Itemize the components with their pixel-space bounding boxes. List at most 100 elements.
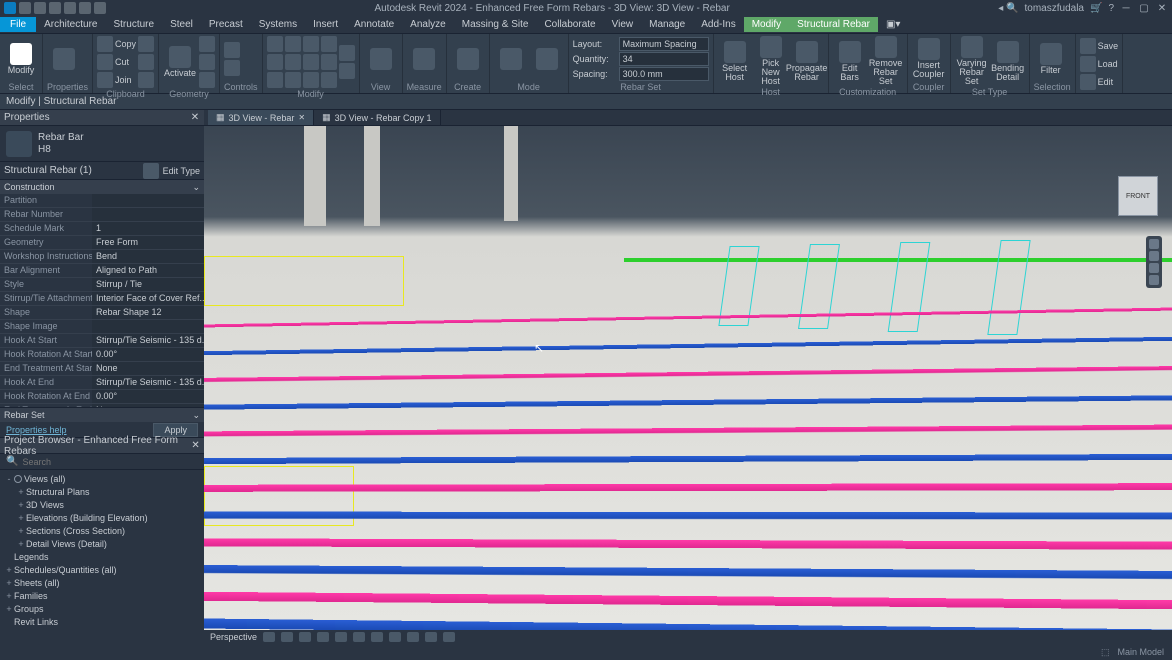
browser-tree[interactable]: -Views (all)+Structural Plans+3D Views+E…	[0, 470, 204, 630]
close-button[interactable]: ✕	[1156, 2, 1168, 14]
m2-icon[interactable]	[267, 54, 283, 70]
property-row[interactable]: StyleStirrup / Tie	[0, 278, 204, 292]
file-menu[interactable]: File	[0, 17, 36, 32]
vcb-crop2-icon[interactable]	[371, 632, 383, 642]
activate-button[interactable]: Activate	[163, 46, 197, 78]
clip-icon[interactable]	[138, 72, 154, 88]
navigation-bar[interactable]	[1146, 236, 1162, 288]
m5-icon[interactable]	[285, 54, 301, 70]
edit-sel-icon[interactable]	[1080, 74, 1096, 90]
property-row[interactable]: Hook At EndStirrup/Tie Seismic - 135 d..…	[0, 376, 204, 390]
tree-item[interactable]: Revit Links	[0, 615, 204, 628]
tree-item[interactable]: +Groups	[0, 602, 204, 615]
quantity-input[interactable]	[619, 52, 709, 66]
prop-value[interactable]: Rebar Shape 12	[92, 306, 204, 319]
prop-value[interactable]: Aligned to Path	[92, 264, 204, 277]
property-row[interactable]: GeometryFree Form	[0, 236, 204, 250]
tree-item[interactable]: +Elevations (Building Elevation)	[0, 511, 204, 524]
nav-home-icon[interactable]	[1149, 239, 1159, 249]
property-row[interactable]: End Treatment At StartNone	[0, 362, 204, 376]
properties-button[interactable]	[47, 48, 81, 70]
vcb-temp-icon[interactable]	[407, 632, 419, 642]
browser-close-icon[interactable]: ✕	[191, 441, 200, 451]
m9-icon[interactable]	[303, 72, 319, 88]
view-tab-close-icon[interactable]: ✕	[298, 113, 305, 122]
instance-filter[interactable]: Structural Rebar (1)	[4, 165, 139, 176]
filter-icon[interactable]	[143, 163, 159, 179]
vcb-props-icon[interactable]	[443, 632, 455, 642]
type-selector[interactable]: Rebar Bar H8	[0, 126, 204, 162]
prop-value[interactable]: Free Form	[92, 236, 204, 249]
m4-icon[interactable]	[285, 36, 301, 52]
tree-item[interactable]: +Sheets (all)	[0, 576, 204, 589]
prop-value[interactable]: Stirrup/Tie Seismic - 135 d...	[92, 334, 204, 347]
prop-value[interactable]	[92, 208, 204, 221]
propagate-rebar-button[interactable]: Propagate Rebar	[790, 41, 824, 82]
qat-open-icon[interactable]	[19, 2, 31, 14]
scale-label[interactable]: Perspective	[210, 632, 257, 642]
property-row[interactable]: Workshop InstructionsBend	[0, 250, 204, 264]
property-row[interactable]: Shape Image	[0, 320, 204, 334]
save-sel-icon[interactable]	[1080, 38, 1096, 54]
property-row[interactable]: Rebar Number	[0, 208, 204, 222]
copy-icon[interactable]	[97, 54, 113, 70]
prop-value[interactable]	[92, 320, 204, 333]
property-row[interactable]: Schedule Mark1	[0, 222, 204, 236]
help-icon[interactable]: ?	[1108, 3, 1114, 14]
filter-button[interactable]: Filter	[1034, 43, 1068, 75]
geom-1-icon[interactable]	[199, 36, 215, 52]
tree-item[interactable]: +Schedules/Quantities (all)	[0, 563, 204, 576]
varying-rebarset-button[interactable]: Varying Rebar Set	[955, 36, 989, 86]
view-tab-active[interactable]: ▦ 3D View - Rebar ✕	[208, 110, 314, 125]
prop-value[interactable]: 0.00°	[92, 390, 204, 403]
tab-collaborate[interactable]: Collaborate	[536, 17, 603, 32]
view-cube[interactable]: FRONT	[1118, 176, 1158, 216]
tab-massing-site[interactable]: Massing & Site	[454, 17, 537, 32]
qat-save-icon[interactable]	[34, 2, 46, 14]
paste-icon[interactable]	[138, 36, 154, 52]
vcb-shadow-icon[interactable]	[317, 632, 329, 642]
property-row[interactable]: Partition	[0, 194, 204, 208]
tab-manage[interactable]: Manage	[641, 17, 693, 32]
tree-item[interactable]: +Sections (Cross Section)	[0, 524, 204, 537]
property-row[interactable]: Stirrup/Tie AttachmentInterior Face of C…	[0, 292, 204, 306]
m11-icon[interactable]	[321, 54, 337, 70]
edit-sketch-button[interactable]	[494, 48, 528, 70]
browser-search-input[interactable]	[22, 457, 198, 467]
prop-value[interactable]: 0.00°	[92, 348, 204, 361]
ctrl-1-icon[interactable]	[224, 42, 240, 58]
prop-value[interactable]	[92, 194, 204, 207]
vcb-visual-icon[interactable]	[281, 632, 293, 642]
worksets-icon[interactable]: ⬚	[1101, 647, 1110, 658]
prop-value[interactable]: Bend	[92, 250, 204, 263]
tab-view[interactable]: View	[604, 17, 642, 32]
select-button[interactable]: Modify	[4, 43, 38, 75]
tree-item[interactable]: +Structural Plans	[0, 485, 204, 498]
edit-family-button[interactable]	[530, 48, 564, 70]
tree-item[interactable]: -Views (all)	[0, 472, 204, 485]
tab-addins[interactable]: Add-Ins	[693, 17, 743, 32]
tree-item[interactable]: +3D Views	[0, 498, 204, 511]
tab-precast[interactable]: Precast	[201, 17, 251, 32]
match-icon[interactable]	[138, 54, 154, 70]
m1-icon[interactable]	[267, 36, 283, 52]
tab-analyze[interactable]: Analyze	[402, 17, 454, 32]
vcb-detail-icon[interactable]	[263, 632, 275, 642]
m14-icon[interactable]	[339, 63, 355, 79]
minimize-button[interactable]: ─	[1120, 2, 1132, 14]
vcb-crop-icon[interactable]	[353, 632, 365, 642]
prop-value[interactable]: 1	[92, 222, 204, 235]
m10-icon[interactable]	[321, 36, 337, 52]
vcb-sun-icon[interactable]	[299, 632, 311, 642]
spacing-input[interactable]	[619, 67, 709, 81]
prop-value[interactable]: None	[92, 362, 204, 375]
pick-new-host-button[interactable]: Pick New Host	[754, 36, 788, 86]
user-name[interactable]: tomaszfudala	[1025, 3, 1084, 14]
view-button[interactable]	[364, 48, 398, 70]
property-row[interactable]: Hook Rotation At End0.00°	[0, 390, 204, 404]
edit-bars-button[interactable]: Edit Bars	[833, 41, 867, 82]
prop-value[interactable]: Stirrup / Tie	[92, 278, 204, 291]
create-button[interactable]	[451, 48, 485, 70]
geom-2-icon[interactable]	[199, 54, 215, 70]
search-icon[interactable]: ◂ 🔍	[998, 3, 1018, 14]
